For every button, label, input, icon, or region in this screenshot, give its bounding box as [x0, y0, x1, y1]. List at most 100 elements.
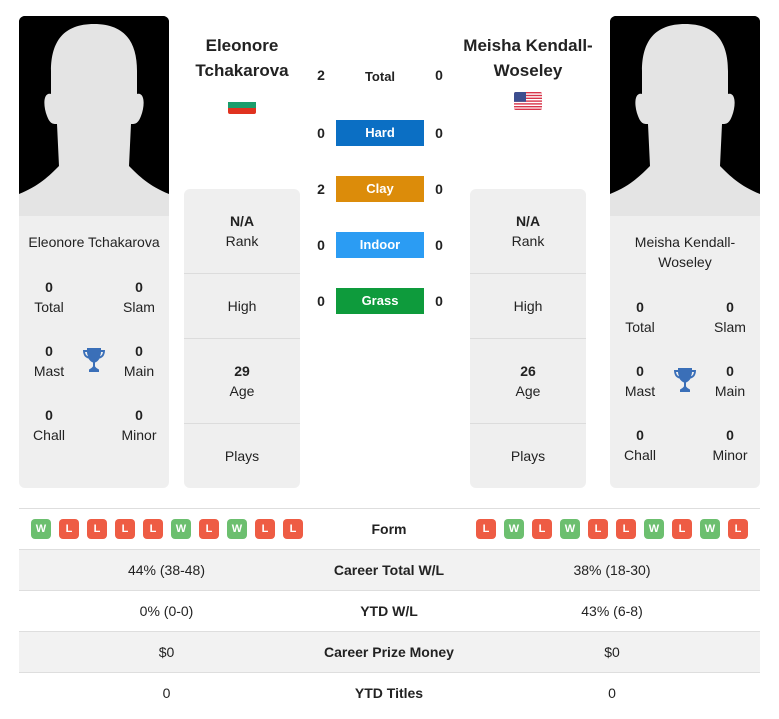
table-row: 44% (38-48) Career Total W/L 38% (18-30) [19, 549, 760, 590]
stat-label: Minor [712, 447, 748, 463]
surface-badge-hard: Hard [336, 120, 424, 146]
plays-cell-left: Plays [184, 424, 300, 488]
left-value: $0 [158, 644, 175, 660]
stat-value: 0 [135, 279, 143, 295]
surface-left-value: 0 [317, 293, 325, 309]
player-name-right: Meisha Kendall- Woseley [610, 232, 760, 272]
name-line: Woseley [658, 254, 712, 270]
high-label: High [513, 298, 543, 314]
stat-slam-left: 0 Slam [109, 277, 169, 317]
row-label: YTD Titles [354, 685, 424, 701]
form-badges-right: LWLWLLWLWL [476, 519, 748, 539]
stat-value: 0 [45, 343, 53, 359]
stat-label: Main [123, 363, 155, 379]
player-header-name-left[interactable]: Eleonore Tchakarova [167, 33, 317, 83]
table-row: 0% (0-0) YTD W/L 43% (6-8) [19, 590, 760, 631]
trophy-icon [674, 368, 696, 392]
surface-right-value: 0 [435, 125, 443, 141]
stat-value: 0 [726, 299, 734, 315]
plays-cell-right: Plays [470, 424, 586, 488]
right-value: 38% (18-30) [573, 562, 651, 578]
stat-main-right: 0 Main [700, 361, 760, 401]
surface-left-value: 0 [317, 125, 325, 141]
surface-right-value: 0 [435, 181, 443, 197]
stat-chall-right: 0 Chall [610, 425, 670, 465]
form-loss-badge[interactable]: L [672, 519, 692, 539]
right-value: 43% (6-8) [581, 603, 643, 619]
form-win-badge[interactable]: W [504, 519, 524, 539]
surface-left-value: 2 [317, 181, 325, 197]
form-loss-badge[interactable]: L [199, 519, 219, 539]
stat-label: Total [625, 319, 655, 335]
form-win-badge[interactable]: W [171, 519, 191, 539]
trophy-icon [83, 348, 105, 372]
stat-label: Minor [121, 427, 157, 443]
name-line: Woseley [493, 61, 563, 80]
high-cell-right: High [470, 274, 586, 339]
form-loss-badge[interactable]: L [59, 519, 79, 539]
stat-main-left: 0 Main [109, 341, 169, 381]
stat-value: 0 [636, 427, 644, 443]
left-value: 0% (0-0) [139, 603, 194, 619]
rank-cell-left: N/A Rank [184, 189, 300, 274]
stat-label: Slam [714, 319, 746, 335]
stat-slam-right: 0 Slam [700, 297, 760, 337]
name-line: Meisha Kendall- [463, 36, 593, 55]
player-header-name-right[interactable]: Meisha Kendall- Woseley [453, 33, 603, 83]
stat-label: Mast [33, 363, 65, 379]
name-line: Eleonore [205, 36, 279, 55]
form-win-badge[interactable]: W [560, 519, 580, 539]
form-win-badge[interactable]: W [227, 519, 247, 539]
form-loss-badge[interactable]: L [143, 519, 163, 539]
age-cell-left: 29 Age [184, 339, 300, 424]
surface-right-value: 0 [435, 293, 443, 309]
form-loss-badge[interactable]: L [476, 519, 496, 539]
player-photo-left [19, 16, 169, 216]
row-label: YTD W/L [360, 603, 418, 619]
row-label: Career Total W/L [333, 562, 445, 578]
surface-left-value: 2 [317, 67, 325, 83]
age-label: Age [515, 383, 541, 399]
stat-chall-left: 0 Chall [19, 405, 79, 445]
silhouette-icon [19, 16, 169, 216]
surface-badge-indoor: Indoor [336, 232, 424, 258]
stat-label: Main [714, 383, 746, 399]
form-win-badge[interactable]: W [700, 519, 720, 539]
stat-label: Total [34, 299, 64, 315]
stat-value: 0 [135, 407, 143, 423]
form-loss-badge[interactable]: L [115, 519, 135, 539]
rank-label: Rank [225, 233, 259, 249]
table-row: 0 YTD Titles 0 [19, 672, 760, 713]
form-loss-badge[interactable]: L [87, 519, 107, 539]
age-cell-right: 26 Age [470, 339, 586, 424]
form-win-badge[interactable]: W [31, 519, 51, 539]
form-loss-badge[interactable]: L [283, 519, 303, 539]
stat-label: Slam [123, 299, 155, 315]
stat-total-right: 0 Total [610, 297, 670, 337]
left-value: 0 [162, 685, 171, 701]
rank-cell-right: N/A Rank [470, 189, 586, 274]
right-value: $0 [604, 644, 620, 660]
form-loss-badge[interactable]: L [532, 519, 552, 539]
player-card-left: Eleonore Tchakarova 0 Total 0 Slam 0 Mas… [19, 16, 169, 488]
silhouette-icon [610, 16, 760, 216]
player-photo-right [610, 16, 760, 216]
form-loss-badge[interactable]: L [728, 519, 748, 539]
form-win-badge[interactable]: W [644, 519, 664, 539]
form-loss-badge[interactable]: L [588, 519, 608, 539]
stat-value: 0 [726, 363, 734, 379]
stat-value: 0 [726, 427, 734, 443]
stat-minor-right: 0 Minor [700, 425, 760, 465]
age-value: 29 [234, 363, 250, 379]
surface-row-grass: 0 Grass 0 [310, 288, 450, 314]
stat-mast-right: 0 Mast [610, 361, 670, 401]
plays-label: Plays [224, 448, 260, 464]
player-name-left: Eleonore Tchakarova [28, 234, 160, 250]
form-loss-badge[interactable]: L [255, 519, 275, 539]
row-label: Career Prize Money [324, 644, 454, 660]
player-info-right: N/A Rank High 26 Age Plays [470, 189, 586, 488]
rank-label: Rank [511, 233, 545, 249]
surface-badge-grass: Grass [336, 288, 424, 314]
form-loss-badge[interactable]: L [616, 519, 636, 539]
high-cell-left: High [184, 274, 300, 339]
